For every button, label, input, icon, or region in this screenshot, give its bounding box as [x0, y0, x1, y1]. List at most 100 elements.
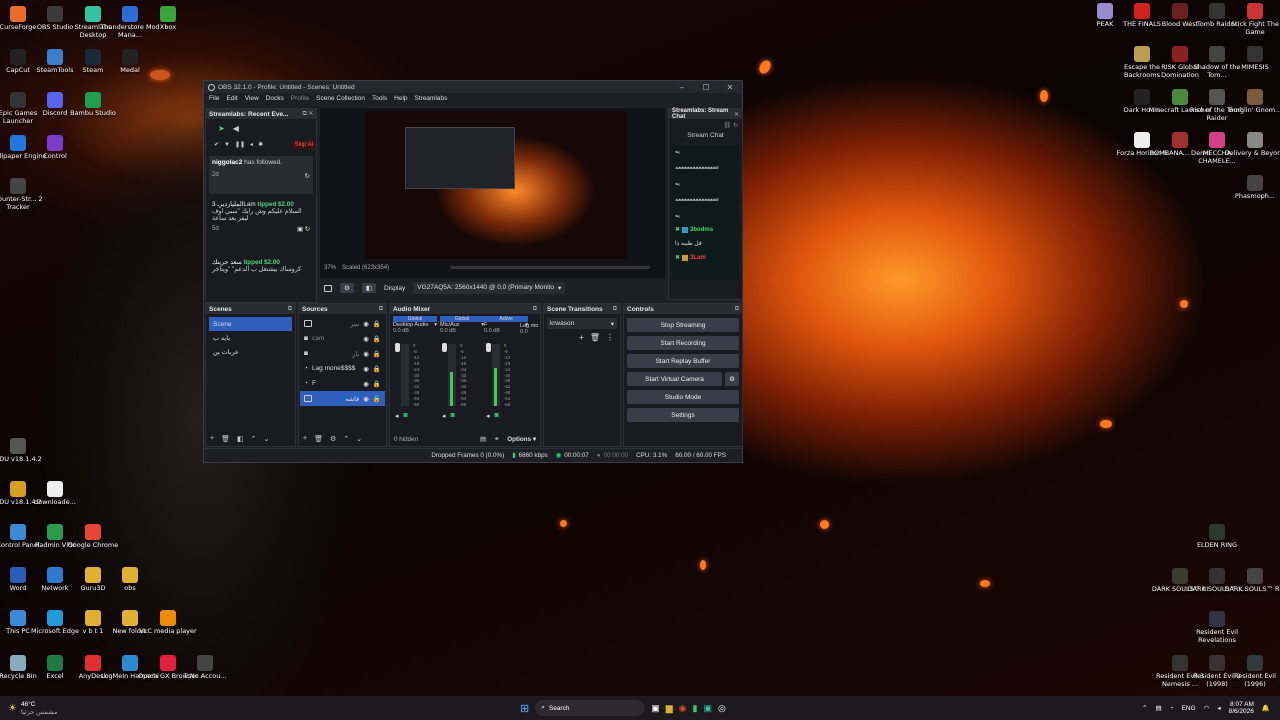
- add-source-icon[interactable]: +: [303, 435, 307, 443]
- remove-scene-icon[interactable]: 🗑: [221, 435, 230, 443]
- source-item[interactable]: ◙ بار ◉ 🔒: [300, 346, 385, 361]
- stop-streaming-button[interactable]: Stop Streaming: [627, 318, 739, 332]
- dock-float-icon[interactable]: ⧉: [613, 306, 617, 313]
- visibility-icon[interactable]: ◉: [363, 350, 369, 358]
- menu-file[interactable]: File: [209, 95, 219, 102]
- replay-icon[interactable]: ↻: [305, 172, 310, 180]
- settings-gear-icon[interactable]: ⚙: [340, 283, 354, 293]
- desktop-icon[interactable]: obs: [98, 567, 162, 593]
- clock-time[interactable]: 8:07 AM: [1229, 701, 1254, 708]
- source-item[interactable]: ◙ cam ◉ 🔒: [300, 331, 385, 346]
- lock-icon[interactable]: 🔒: [373, 350, 381, 358]
- link-icon[interactable]: ⛓: [724, 123, 732, 129]
- visibility-icon[interactable]: ◉: [363, 380, 369, 388]
- megaphone-icon[interactable]: ◀: [233, 124, 239, 133]
- start-recording-button[interactable]: Start Recording: [627, 336, 739, 350]
- weather-widget[interactable]: ☀ 46°C مشمس جزئيا: [0, 701, 120, 716]
- start-icon[interactable]: ⊞: [520, 702, 529, 715]
- search-box[interactable]: ⌕ Search: [535, 700, 646, 716]
- obs-titlebar[interactable]: OBS 32.1.0 - Profile: Untitled - Scenes:…: [204, 81, 742, 93]
- display-select[interactable]: VG27AQ5A: 2560x1440 @ 0,0 (Primary Monit…: [413, 282, 566, 294]
- desktop-icon[interactable]: ELDEN RING: [1185, 524, 1249, 550]
- tray-chevron-icon[interactable]: ⌃: [1142, 704, 1147, 712]
- lock-icon[interactable]: 🔒: [373, 380, 381, 388]
- menu-tools[interactable]: Tools: [372, 95, 387, 102]
- preview-area[interactable]: 37% Scaled (623x354): [320, 108, 665, 278]
- move-up-icon[interactable]: ⌃: [251, 435, 257, 443]
- minimize-icon[interactable]: –: [670, 83, 694, 92]
- source-item[interactable]: ◔ F ◉ 🔒: [300, 376, 385, 391]
- preview-scrollbar[interactable]: [450, 266, 650, 269]
- desktop-icon[interactable]: Xbox: [136, 6, 200, 32]
- volume-slider[interactable]: [442, 343, 447, 352]
- move-down-icon[interactable]: ⌄: [356, 435, 362, 443]
- filter-icon[interactable]: ▼: [224, 142, 230, 148]
- mute-icon[interactable]: ◂: [486, 412, 490, 420]
- language-indicator[interactable]: ENG: [1182, 705, 1196, 712]
- streamlabs-icon[interactable]: ▣: [703, 703, 712, 714]
- source-settings-icon[interactable]: ⚙: [330, 435, 336, 443]
- desktop-icon[interactable]: Google Chrome: [61, 524, 125, 550]
- source-item[interactable]: سر ◉ 🔒: [300, 316, 385, 331]
- desktop-icon[interactable]: DDU v18.1.4.2: [0, 438, 50, 464]
- lock-icon[interactable]: 🔒: [373, 335, 381, 343]
- dock-float-icon[interactable]: ⧉: [288, 306, 292, 313]
- dock-close-icon[interactable]: ⧉ ✕: [302, 111, 313, 118]
- desktop-icon[interactable]: Resident Evil (1996): [1223, 655, 1280, 688]
- options-button[interactable]: Options ▾: [507, 436, 536, 443]
- desktop-icon[interactable]: Bambu Studio: [61, 92, 125, 118]
- mute-icon[interactable]: ◂: [442, 412, 446, 420]
- visibility-icon[interactable]: ◉: [363, 335, 369, 343]
- volume-icon[interactable]: ◂: [1217, 704, 1220, 712]
- zoom-level[interactable]: 37%: [324, 265, 336, 271]
- desktop-icon[interactable]: TcNo Accou...: [173, 655, 237, 681]
- dock-float-icon[interactable]: ⧉: [379, 306, 383, 313]
- replay-icon[interactable]: ▣ ↻: [297, 226, 310, 233]
- desktop-icon[interactable]: Medal: [98, 49, 162, 75]
- add-scene-icon[interactable]: +: [210, 435, 214, 443]
- volume-slider[interactable]: [486, 343, 491, 352]
- wifi-icon[interactable]: ◠: [1204, 704, 1210, 712]
- check-icon[interactable]: ✔: [214, 141, 219, 148]
- tray-network-icon[interactable]: ◔: [1170, 705, 1174, 712]
- desktop-icon[interactable]: DARK SOULS™ R...: [1223, 568, 1280, 594]
- lock-icon[interactable]: 🔒: [373, 365, 381, 373]
- skip-all-button[interactable]: Skip Al: [291, 140, 316, 149]
- monitor-icon[interactable]: ◙: [451, 412, 455, 420]
- start-replay-buffer-button[interactable]: Start Replay Buffer: [627, 354, 739, 368]
- mixer-layout-icon[interactable]: ▤: [480, 436, 486, 443]
- desktop-icon[interactable]: VLC media player: [136, 610, 200, 636]
- visibility-icon[interactable]: ◉: [363, 395, 369, 403]
- monitor-icon[interactable]: ◙: [495, 412, 499, 420]
- move-up-icon[interactable]: ⌃: [343, 435, 349, 443]
- maximize-icon[interactable]: ☐: [694, 83, 718, 92]
- more-icon[interactable]: ⋮: [606, 333, 614, 342]
- desktop-icon[interactable]: Counter-Str... 2 Tracker: [0, 178, 50, 211]
- file-explorer-icon[interactable]: ▆: [666, 703, 673, 714]
- filter-icon[interactable]: ◧: [237, 435, 244, 443]
- app-icon[interactable]: ▮: [693, 703, 698, 714]
- menu-view[interactable]: View: [245, 95, 259, 102]
- source-item[interactable]: ◔ Lag mone$$$$ ◉ 🔒: [300, 361, 385, 376]
- remove-source-icon[interactable]: 🗑: [314, 435, 323, 443]
- desktop-icon[interactable]: Resident Evil Revelations: [1185, 611, 1249, 644]
- clock-date[interactable]: 8/6/2026: [1229, 708, 1254, 715]
- settings-icon[interactable]: ✱: [258, 141, 263, 148]
- desktop-icon[interactable]: Phasmoph...: [1223, 175, 1280, 201]
- chrome-icon[interactable]: ◉: [679, 703, 687, 714]
- notification-icon[interactable]: 🔔: [1262, 704, 1270, 712]
- menu-profile[interactable]: Profile: [291, 95, 309, 102]
- desktop-icon[interactable]: Stick Fight The Game: [1223, 3, 1280, 36]
- dock-float-icon[interactable]: ⧉: [533, 306, 537, 313]
- visibility-icon[interactable]: ◉: [363, 320, 369, 328]
- source-item[interactable]: فاشه ◉ 🔒: [300, 391, 385, 406]
- lock-icon[interactable]: 🔒: [373, 395, 381, 403]
- add-transition-icon[interactable]: +: [579, 333, 584, 342]
- menu-edit[interactable]: Edit: [226, 95, 237, 102]
- visibility-icon[interactable]: ◉: [363, 365, 369, 373]
- move-down-icon[interactable]: ⌄: [263, 435, 269, 443]
- mute-icon[interactable]: ◂: [395, 412, 399, 420]
- dock-close-icon[interactable]: ✕: [734, 111, 739, 118]
- link-icon[interactable]: ⚭: [494, 436, 499, 443]
- volume-slider[interactable]: [395, 343, 400, 352]
